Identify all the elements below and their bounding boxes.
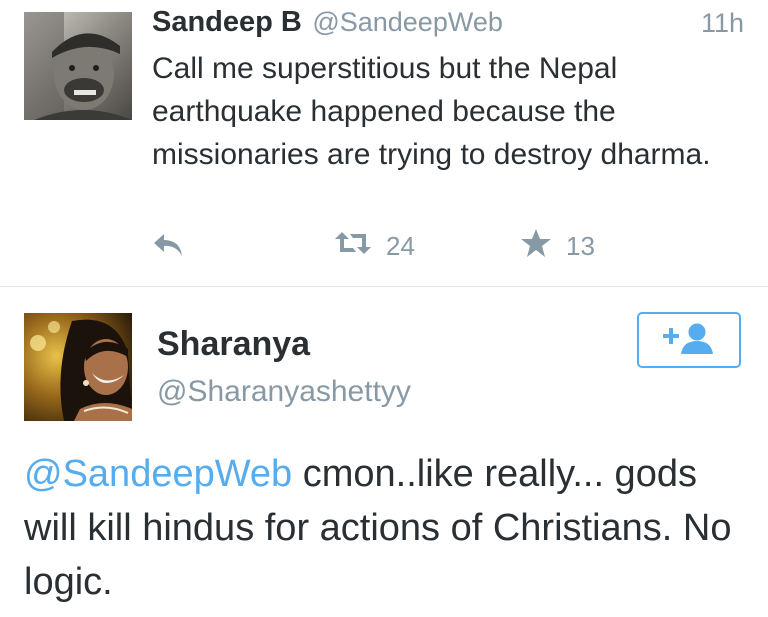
user-handle[interactable]: @Sharanyashettyy xyxy=(157,375,411,409)
retweet-count: 24 xyxy=(386,231,415,261)
display-name[interactable]: Sandeep B xyxy=(152,6,302,38)
timestamp[interactable]: 11h xyxy=(701,8,744,39)
reply-button[interactable] xyxy=(152,232,184,265)
tweet[interactable]: Sharanya @Sharanyashettyy @SandeepWeb cm… xyxy=(0,287,768,617)
favorite-button[interactable]: 13 xyxy=(520,228,595,265)
tweet-text: Call me superstitious but the Nepal eart… xyxy=(152,52,711,171)
favorite-count: 13 xyxy=(566,231,595,261)
user-handle[interactable]: @SandeepWeb xyxy=(312,7,503,37)
tweet-text: @SandeepWeb cmon..like really... gods wi… xyxy=(24,447,744,609)
star-icon xyxy=(520,228,552,265)
avatar[interactable] xyxy=(24,313,132,421)
display-name[interactable]: Sharanya xyxy=(157,325,310,364)
retweet-icon xyxy=(334,228,372,265)
mention-link[interactable]: @SandeepWeb xyxy=(24,453,292,495)
avatar-photo xyxy=(24,313,132,421)
tweet[interactable]: Sandeep B @SandeepWeb 11h Call me supers… xyxy=(0,0,768,287)
reply-icon xyxy=(152,232,184,265)
avatar[interactable] xyxy=(24,12,132,120)
retweet-button[interactable]: 24 xyxy=(334,228,415,265)
avatar-photo xyxy=(24,12,132,120)
tweet-header: Sandeep B @SandeepWeb xyxy=(152,6,503,39)
follow-button[interactable] xyxy=(637,312,741,368)
follow-user-icon xyxy=(661,321,717,360)
